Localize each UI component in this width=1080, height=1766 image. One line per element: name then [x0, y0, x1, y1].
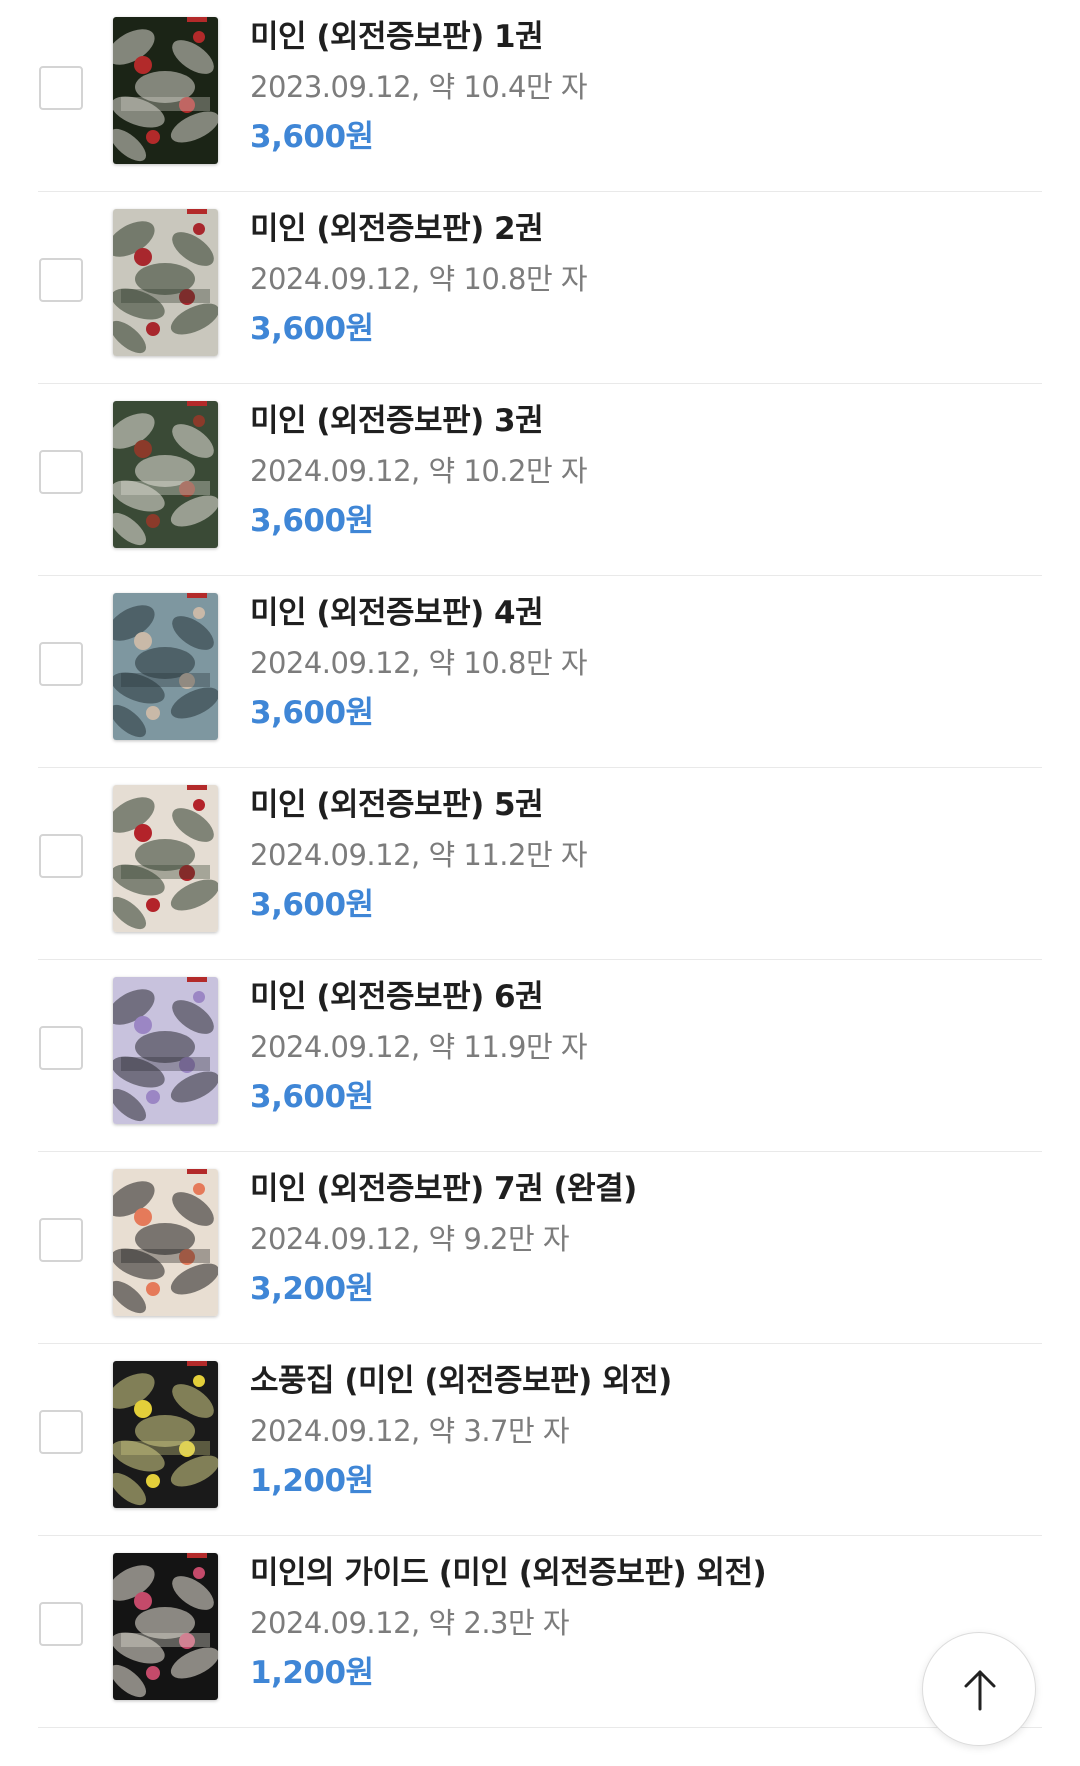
book-row: 소풍집 (미인 (외전증보판) 외전) 2024.09.12, 약 3.7만 자 1…	[0, 1344, 1080, 1536]
book-info[interactable]: 미인 (외전증보판) 2권 2024.09.12, 약 10.8만 자 3,600원	[250, 208, 588, 350]
select-checkbox[interactable]	[39, 1026, 83, 1070]
cover-art	[113, 209, 218, 356]
cover-art	[113, 977, 218, 1124]
book-row: 미인 (외전증보판) 3권 2024.09.12, 약 10.2만 자 3,600원	[0, 384, 1080, 576]
select-checkbox[interactable]	[39, 1218, 83, 1262]
book-price: 1,200원	[250, 1655, 374, 1691]
cover-art	[113, 17, 218, 164]
book-price: 1,200원	[250, 1463, 374, 1499]
book-row: 미인 (외전증보판) 4권 2024.09.12, 약 10.8만 자 3,600원	[0, 576, 1080, 768]
book-price: 3,600원	[250, 695, 374, 731]
book-cover[interactable]	[113, 1361, 218, 1508]
book-title: 소풍집 (미인 (외전증보판) 외전)	[250, 1363, 672, 1399]
row-divider	[38, 1727, 1042, 1728]
book-info[interactable]: 미인 (외전증보판) 5권 2024.09.12, 약 11.2만 자 3,600원	[250, 784, 588, 926]
select-checkbox[interactable]	[39, 66, 83, 110]
cover-art	[113, 1361, 218, 1508]
book-info[interactable]: 미인 (외전증보판) 7권 (완결) 2024.09.12, 약 9.2만 자 3,…	[250, 1168, 637, 1310]
book-price: 3,600원	[250, 119, 374, 155]
cover-art	[113, 1553, 218, 1700]
book-info[interactable]: 소풍집 (미인 (외전증보판) 외전) 2024.09.12, 약 3.7만 자 1…	[250, 1360, 672, 1502]
book-title: 미인 (외전증보판) 4권	[250, 595, 544, 631]
book-info[interactable]: 미인의 가이드 (미인 (외전증보판) 외전) 2024.09.12, 약 2.3…	[250, 1552, 767, 1694]
book-title: 미인 (외전증보판) 5권	[250, 787, 544, 823]
book-row: 미인 (외전증보판) 6권 2024.09.12, 약 11.9만 자 3,600원	[0, 960, 1080, 1152]
book-meta: 2024.09.12, 약 10.8만 자	[250, 646, 588, 680]
book-info[interactable]: 미인 (외전증보판) 6권 2024.09.12, 약 11.9만 자 3,600원	[250, 976, 588, 1118]
cover-art	[113, 401, 218, 548]
arrow-up-icon	[964, 1670, 996, 1711]
book-title: 미인 (외전증보판) 3권	[250, 403, 544, 439]
book-price: 3,600원	[250, 1079, 374, 1115]
book-meta: 2024.09.12, 약 10.8만 자	[250, 262, 588, 296]
book-price: 3,600원	[250, 887, 374, 923]
book-cover[interactable]	[113, 1169, 218, 1316]
book-info[interactable]: 미인 (외전증보판) 4권 2024.09.12, 약 10.8만 자 3,600원	[250, 592, 588, 734]
book-row: 미인의 가이드 (미인 (외전증보판) 외전) 2024.09.12, 약 2.3…	[0, 1536, 1080, 1728]
book-row: 미인 (외전증보판) 7권 (완결) 2024.09.12, 약 9.2만 자 3,…	[0, 1152, 1080, 1344]
book-price: 3,200원	[250, 1271, 374, 1307]
select-checkbox[interactable]	[39, 450, 83, 494]
select-checkbox[interactable]	[39, 642, 83, 686]
book-cover[interactable]	[113, 17, 218, 164]
book-price: 3,600원	[250, 503, 374, 539]
book-row: 미인 (외전증보판) 1권 2023.09.12, 약 10.4만 자 3,600원	[0, 0, 1080, 192]
book-cover[interactable]	[113, 1553, 218, 1700]
book-cover[interactable]	[113, 401, 218, 548]
select-checkbox[interactable]	[39, 258, 83, 302]
book-title: 미인의 가이드 (미인 (외전증보판) 외전)	[250, 1555, 767, 1591]
book-row: 미인 (외전증보판) 5권 2024.09.12, 약 11.2만 자 3,600원	[0, 768, 1080, 960]
book-title: 미인 (외전증보판) 6권	[250, 979, 544, 1015]
book-cover[interactable]	[113, 209, 218, 356]
book-meta: 2024.09.12, 약 2.3만 자	[250, 1606, 570, 1640]
book-meta: 2024.09.12, 약 9.2만 자	[250, 1222, 570, 1256]
scroll-to-top-button[interactable]	[922, 1632, 1036, 1746]
cover-art	[113, 785, 218, 932]
book-cover[interactable]	[113, 977, 218, 1124]
book-title: 미인 (외전증보판) 2권	[250, 211, 544, 247]
select-checkbox[interactable]	[39, 1602, 83, 1646]
book-info[interactable]: 미인 (외전증보판) 1권 2023.09.12, 약 10.4만 자 3,600원	[250, 16, 588, 158]
book-cover[interactable]	[113, 593, 218, 740]
select-checkbox[interactable]	[39, 834, 83, 878]
book-info[interactable]: 미인 (외전증보판) 3권 2024.09.12, 약 10.2만 자 3,600원	[250, 400, 588, 542]
cover-art	[113, 593, 218, 740]
book-meta: 2024.09.12, 약 10.2만 자	[250, 454, 588, 488]
book-price: 3,600원	[250, 311, 374, 347]
book-meta: 2024.09.12, 약 11.9만 자	[250, 1030, 588, 1064]
book-meta: 2023.09.12, 약 10.4만 자	[250, 70, 588, 104]
book-row: 미인 (외전증보판) 2권 2024.09.12, 약 10.8만 자 3,600원	[0, 192, 1080, 384]
book-title: 미인 (외전증보판) 7권 (완결)	[250, 1171, 637, 1207]
book-meta: 2024.09.12, 약 3.7만 자	[250, 1414, 570, 1448]
book-list: 미인 (외전증보판) 1권 2023.09.12, 약 10.4만 자 3,600원…	[0, 0, 1080, 1728]
book-meta: 2024.09.12, 약 11.2만 자	[250, 838, 588, 872]
book-cover[interactable]	[113, 785, 218, 932]
book-title: 미인 (외전증보판) 1권	[250, 19, 544, 55]
cover-art	[113, 1169, 218, 1316]
select-checkbox[interactable]	[39, 1410, 83, 1454]
